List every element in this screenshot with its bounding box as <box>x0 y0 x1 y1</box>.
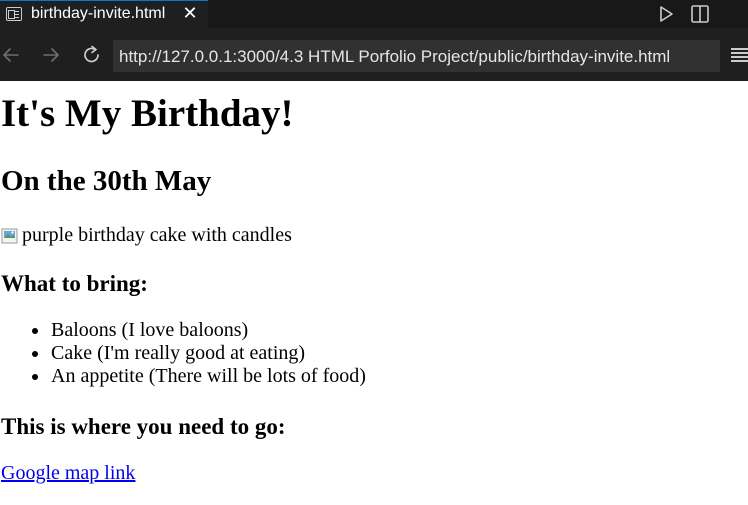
list-item: An appetite (There will be lots of food) <box>31 365 366 388</box>
play-icon[interactable] <box>656 4 676 24</box>
list-item: Cake (I'm really good at eating) <box>31 342 366 365</box>
split-editor-icon[interactable] <box>690 4 710 24</box>
browser-navigation-bar: http://127.0.0.1:3000/4.3 HTML Porfolio … <box>0 28 748 81</box>
url-input[interactable]: http://127.0.0.1:3000/4.3 HTML Porfolio … <box>113 40 720 72</box>
image-alt-text: purple birthday cake with candles <box>22 224 292 246</box>
url-text: http://127.0.0.1:3000/4.3 HTML Porfolio … <box>119 47 671 66</box>
preview-icon <box>6 7 22 21</box>
arrow-right-icon[interactable] <box>40 44 62 66</box>
close-icon[interactable]: ✕ <box>180 4 200 24</box>
reload-icon[interactable] <box>81 44 103 66</box>
arrow-left-icon[interactable] <box>0 44 22 66</box>
tab-title: birthday-invite.html <box>31 5 166 22</box>
bring-list: Baloons (I love baloons) Cake (I'm reall… <box>31 319 366 388</box>
list-item: Baloons (I love baloons) <box>31 319 366 342</box>
google-map-link[interactable]: Google map link <box>1 462 135 485</box>
location-heading: This is where you need to go: <box>1 414 286 439</box>
broken-image-icon <box>1 228 18 243</box>
cake-image: purple birthday cake with candles <box>1 224 292 247</box>
editor-tab-bar: birthday-invite.html ✕ <box>0 0 748 28</box>
web-page-content: It's My Birthday! On the 30th May purple… <box>0 81 748 505</box>
page-title: It's My Birthday! <box>1 92 294 135</box>
date-heading: On the 30th May <box>1 165 212 197</box>
bring-heading: What to bring: <box>1 271 148 296</box>
tab-birthday-invite[interactable]: birthday-invite.html ✕ <box>0 0 208 28</box>
menu-icon[interactable] <box>731 48 748 64</box>
